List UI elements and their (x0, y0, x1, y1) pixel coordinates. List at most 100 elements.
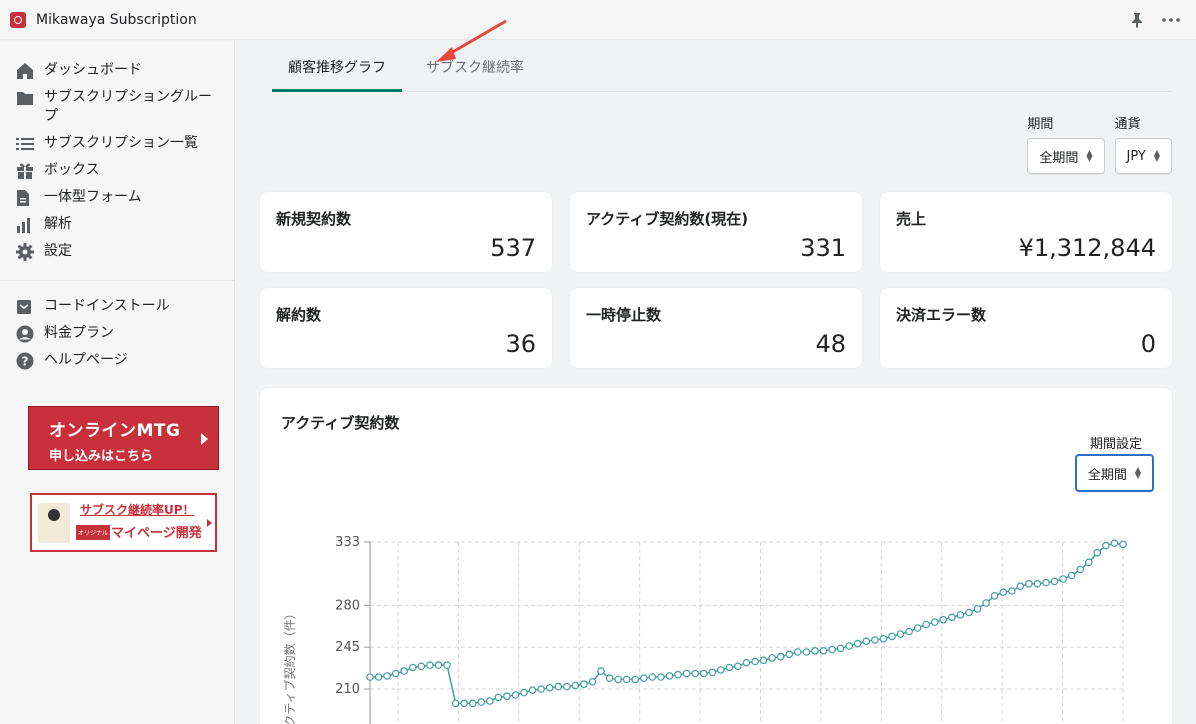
sidebar-item-subscription-list[interactable]: サブスクリプション一覧 (0, 130, 234, 157)
mypage-development-banner[interactable]: サブスク継続率UP！ オリジナル マイページ開発 (30, 493, 217, 552)
stat-card-new-contracts: 新規契約数 537 (260, 192, 552, 272)
sidebar-item-box[interactable]: ボックス (0, 157, 234, 184)
y-tick-label: 280 (335, 598, 360, 613)
stat-card-paused: 一時停止数 48 (570, 288, 862, 368)
more-horizontal-icon[interactable] (1162, 17, 1180, 22)
mtg-banner-title: オンラインMTG (49, 421, 181, 441)
sidebar-item-pricing-plan[interactable]: 料金プラン (0, 320, 234, 347)
data-point (391, 669, 400, 678)
sidebar-item-analytics[interactable]: 解析 (0, 211, 234, 238)
help-icon: ? (16, 351, 36, 370)
data-point (614, 675, 622, 684)
data-point (468, 699, 477, 708)
data-point (990, 592, 999, 600)
data-point (520, 688, 528, 697)
active-contracts-chart-card: アクティブ契約数 期間設定 全期間 ▲ ▼ 333 280 245 210 アクティブ契約… (260, 388, 1172, 724)
sidebar-item-help[interactable]: ? ヘルプページ (0, 347, 234, 374)
data-point (597, 667, 605, 675)
sidebar-item-subscription-groups[interactable]: サブスクリプショングループ (0, 84, 234, 130)
data-point (631, 675, 640, 684)
data-point (1076, 565, 1085, 574)
stat-card-sales: 売上 ¥1,312,844 (880, 192, 1172, 272)
data-point (965, 608, 973, 617)
data-point (486, 697, 494, 705)
data-point (879, 635, 888, 643)
sidebar-item-label: コードインストール (44, 298, 170, 314)
data-point (1084, 558, 1093, 567)
data-point (982, 599, 990, 607)
sidebar: ダッシュボード サブスクリプショングループ サブスクリプション一覧 ボックス 一… (0, 41, 235, 724)
data-point (1093, 548, 1102, 557)
pin-icon[interactable] (1130, 12, 1144, 28)
stats-grid: 新規契約数 537 アクティブ契約数(現在) 331 売上 ¥1,312,844… (260, 192, 1172, 368)
data-point (811, 647, 819, 655)
data-point (571, 681, 580, 690)
stat-card-active-contracts: アクティブ契約数(現在) 331 (570, 192, 862, 272)
play-arrow-icon (201, 433, 208, 445)
sidebar-item-dashboard[interactable]: ダッシュボード (0, 57, 234, 84)
currency-filter: 通貨 JPY ▲ ▼ (1114, 113, 1172, 174)
stat-value: 48 (815, 330, 846, 358)
stat-value: ¥1,312,844 (1018, 234, 1156, 262)
data-point (537, 685, 545, 693)
data-point (836, 644, 845, 653)
banner-illustration (38, 503, 70, 543)
period-filter: 期間 全期間 ▲ ▼ (1027, 113, 1105, 174)
data-point (691, 669, 700, 678)
sidebar-divider (0, 280, 234, 281)
stat-value: 331 (800, 234, 846, 262)
period-select[interactable]: 全期間 ▲ ▼ (1027, 138, 1105, 174)
data-point (409, 663, 417, 672)
data-point (734, 662, 742, 671)
data-point (759, 656, 768, 665)
gift-icon (16, 161, 36, 180)
stat-card-payment-errors: 決済エラー数 0 (880, 288, 1172, 368)
select-caret-icon: ▲ ▼ (1086, 148, 1093, 163)
stat-value: 0 (1140, 330, 1156, 358)
svg-text:?: ? (22, 354, 29, 368)
stat-label: 新規契約数 (276, 210, 352, 228)
mtg-banner-subtitle: 申し込みはこちら (49, 449, 154, 464)
data-point (674, 670, 682, 679)
data-point (768, 654, 777, 662)
code-install-icon (16, 297, 36, 316)
app-header: Mikawaya Subscription (0, 0, 1196, 40)
data-point (913, 624, 922, 632)
data-point (905, 627, 913, 636)
sidebar-item-code-install[interactable]: コードインストール (0, 293, 234, 320)
data-point (622, 675, 631, 684)
data-point (999, 588, 1008, 596)
online-mtg-banner[interactable]: オンラインMTG 申し込みはこちら (28, 406, 219, 470)
data-point (434, 661, 443, 669)
data-point (1102, 541, 1110, 550)
data-point (939, 615, 948, 624)
currency-select[interactable]: JPY ▲ ▼ (1114, 138, 1172, 174)
stat-card-cancellations: 解約数 36 (260, 288, 552, 368)
chart-period-select[interactable]: 全期間 ▲ ▼ (1074, 454, 1154, 492)
tab-customer-trend[interactable]: 顧客推移グラフ (272, 57, 402, 92)
data-point (776, 652, 785, 661)
stat-label: 解約数 (276, 306, 322, 324)
data-point (1050, 577, 1059, 586)
tab-bar: 顧客推移グラフ サブスク継続率 (272, 19, 1172, 92)
annotation-arrow-icon (436, 19, 507, 62)
sidebar-secondary-nav: コードインストール 料金プラン ? ヘルプページ (0, 293, 234, 374)
data-point (896, 630, 905, 638)
data-point (785, 650, 794, 659)
data-point (554, 682, 563, 691)
sidebar-item-settings[interactable]: 設定 (0, 238, 234, 265)
data-point (545, 684, 554, 692)
data-point (665, 672, 674, 680)
document-icon (16, 188, 36, 207)
sidebar-item-integrated-form[interactable]: 一体型フォーム (0, 184, 234, 211)
data-point (1119, 540, 1127, 549)
select-caret-icon: ▲ ▼ (1134, 465, 1141, 480)
data-point (511, 691, 520, 699)
sidebar-item-label: サブスクリプション一覧 (44, 135, 198, 151)
data-point (948, 613, 956, 622)
home-icon (16, 61, 36, 80)
period-filter-label: 期間 (1027, 117, 1054, 132)
y-axis-label: アクティブ契約数（件） (282, 607, 297, 724)
stat-label: アクティブ契約数(現在) (586, 210, 749, 228)
data-point (1059, 575, 1067, 583)
